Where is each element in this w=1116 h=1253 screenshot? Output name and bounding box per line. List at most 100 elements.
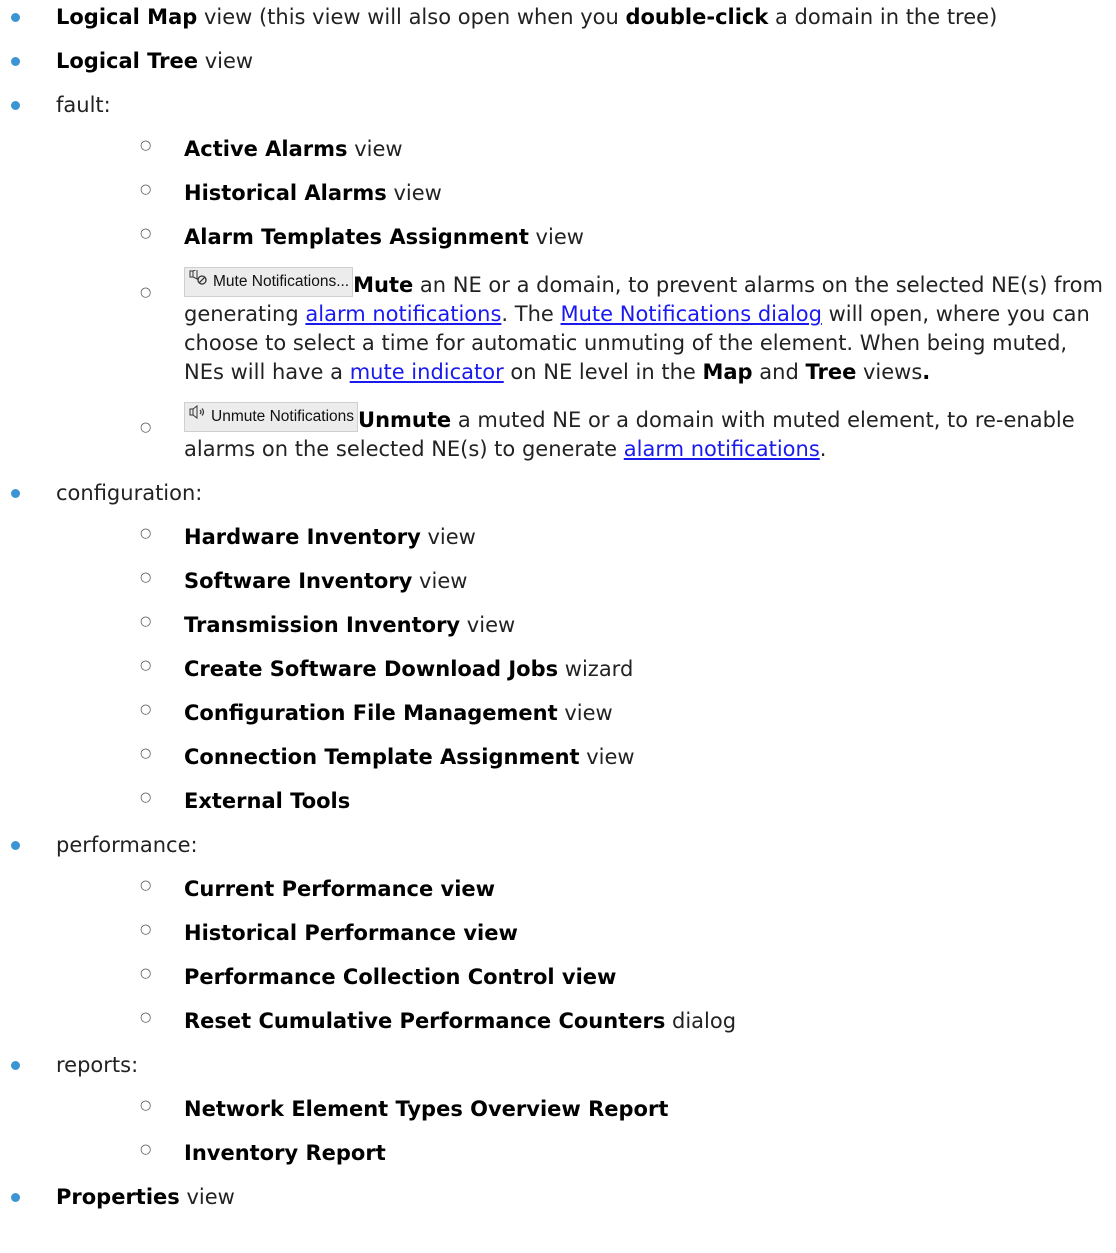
item-bold: Network Element Types Overview Report bbox=[184, 1097, 669, 1121]
item-bold: Current Performance view bbox=[184, 877, 496, 901]
item-plain: dialog bbox=[665, 1009, 737, 1033]
list-item-ne-types-overview-report: ○ Network Element Types Overview Report bbox=[56, 1095, 1116, 1124]
item-plain: view (this view will also open when you bbox=[197, 5, 626, 29]
performance-sublist: ○ Current Performance view ○ Historical … bbox=[56, 875, 1116, 1036]
item-text: Logical Map view (this view will also op… bbox=[56, 3, 1116, 32]
item-bold: Software Inventory bbox=[184, 569, 413, 593]
mute-bold: Mute bbox=[353, 273, 414, 297]
item-bold: Performance Collection Control view bbox=[184, 965, 617, 989]
list-item-reports: reports: ○ Network Element Types Overvie… bbox=[0, 1051, 1116, 1168]
item-bold: Logical Map bbox=[56, 5, 198, 29]
fault-sublist: ○ Active Alarms view ○ Historical Alarms… bbox=[56, 135, 1116, 464]
item-text: Logical Tree view bbox=[56, 47, 1116, 76]
item-bold: Historical Performance view bbox=[184, 921, 518, 945]
list-item-mute-notifications: ○ Mute Notifications... Mute an NE or a d… bbox=[56, 267, 1116, 387]
mute-indicator-link[interactable]: mute indicator bbox=[350, 360, 504, 384]
mute-notifications-dialog-link[interactable]: Mute Notifications dialog bbox=[560, 302, 821, 326]
bullet-icon bbox=[11, 101, 20, 110]
sub-bullet-icon: ○ bbox=[140, 420, 152, 435]
item-plain: view bbox=[386, 181, 442, 205]
item-bold: Historical Alarms bbox=[184, 181, 387, 205]
list-item-logical-tree: Logical Tree view bbox=[0, 47, 1116, 76]
list-item-alarm-templates: ○ Alarm Templates Assignment view bbox=[56, 223, 1116, 252]
menu-description-list: Logical Map view (this view will also op… bbox=[0, 3, 1116, 1227]
unmute-button-label: Unmute Notifications bbox=[211, 408, 355, 425]
list-item-current-performance: ○ Current Performance view bbox=[56, 875, 1116, 904]
list-item-fault: fault: ○ Active Alarms view ○ Historical… bbox=[0, 91, 1116, 464]
item-text: Properties view bbox=[56, 1183, 1116, 1212]
sub-bullet-icon: ○ bbox=[140, 966, 152, 981]
sub-bullet-icon: ○ bbox=[140, 1142, 152, 1157]
item-plain: view bbox=[347, 137, 403, 161]
bullet-icon bbox=[11, 841, 20, 850]
sub-bullet-icon: ○ bbox=[140, 746, 152, 761]
mute-notifications-button[interactable]: Mute Notifications... bbox=[184, 267, 354, 297]
list-item-hardware-inventory: ○ Hardware Inventory view bbox=[56, 523, 1116, 552]
sub-bullet-icon: ○ bbox=[140, 1098, 152, 1113]
item-bold: External Tools bbox=[184, 789, 351, 813]
item-plain: wizard bbox=[558, 657, 634, 681]
sub-bullet-icon: ○ bbox=[140, 526, 152, 541]
unmute-notifications-button[interactable]: Unmute Notifications bbox=[184, 402, 359, 432]
mute-text-4: on NE level in the bbox=[503, 360, 703, 384]
item-bold: Alarm Templates Assignment bbox=[184, 225, 529, 249]
item-bold: Active Alarms bbox=[184, 137, 348, 161]
item-bold: Transmission Inventory bbox=[184, 613, 461, 637]
map-bold: Map bbox=[702, 360, 753, 384]
mute-button-label: Mute Notifications... bbox=[213, 273, 350, 290]
tree-bold: Tree bbox=[805, 360, 857, 384]
list-item-connection-template-assignment: ○ Connection Template Assignment view bbox=[56, 743, 1116, 772]
item-bold-2: double-click bbox=[625, 5, 769, 29]
list-item-historical-performance: ○ Historical Performance view bbox=[56, 919, 1116, 948]
item-bold: Inventory Report bbox=[184, 1141, 386, 1165]
list-item-performance: performance: ○ Current Performance view … bbox=[0, 831, 1116, 1036]
item-plain: view bbox=[528, 225, 584, 249]
list-item-inventory-report: ○ Inventory Report bbox=[56, 1139, 1116, 1168]
item-plain: view bbox=[557, 701, 613, 725]
list-item-reset-cumulative-counters: ○ Reset Cumulative Performance Counters … bbox=[56, 1007, 1116, 1036]
reports-sublist: ○ Network Element Types Overview Report … bbox=[56, 1095, 1116, 1168]
bullet-icon bbox=[11, 13, 20, 22]
sub-bullet-icon: ○ bbox=[140, 658, 152, 673]
sub-bullet-icon: ○ bbox=[140, 570, 152, 585]
sub-bullet-icon: ○ bbox=[140, 878, 152, 893]
item-plain: view bbox=[579, 745, 635, 769]
list-item-software-download-jobs: ○ Create Software Download Jobs wizard bbox=[56, 655, 1116, 684]
item-bold: Hardware Inventory bbox=[184, 525, 421, 549]
mute-text-5: and bbox=[752, 360, 806, 384]
section-label-performance: performance: bbox=[56, 833, 198, 857]
configuration-sublist: ○ Hardware Inventory view ○ Software Inv… bbox=[56, 523, 1116, 816]
list-item-configuration: configuration: ○ Hardware Inventory view… bbox=[0, 479, 1116, 816]
sub-bullet-icon: ○ bbox=[140, 226, 152, 241]
bullet-icon bbox=[11, 1193, 20, 1202]
speaker-mute-icon bbox=[189, 267, 208, 294]
section-label-configuration: configuration: bbox=[56, 481, 203, 505]
mute-text-6: views bbox=[856, 360, 923, 384]
list-item-active-alarms: ○ Active Alarms view bbox=[56, 135, 1116, 164]
item-plain-2: a domain in the tree) bbox=[768, 5, 998, 29]
bullet-icon bbox=[11, 489, 20, 498]
list-item-transmission-inventory: ○ Transmission Inventory view bbox=[56, 611, 1116, 640]
mute-text-2: . The bbox=[501, 302, 561, 326]
section-label-reports: reports: bbox=[56, 1053, 139, 1077]
mute-period: . bbox=[922, 360, 931, 384]
sub-bullet-icon: ○ bbox=[140, 790, 152, 805]
item-plain: view bbox=[460, 613, 516, 637]
list-item-configuration-file-management: ○ Configuration File Management view bbox=[56, 699, 1116, 728]
sub-bullet-icon: ○ bbox=[140, 614, 152, 629]
item-bold: Logical Tree bbox=[56, 49, 199, 73]
item-plain: view bbox=[420, 525, 476, 549]
alarm-notifications-link[interactable]: alarm notifications bbox=[624, 437, 820, 461]
sub-bullet-icon: ○ bbox=[140, 922, 152, 937]
item-bold: Create Software Download Jobs bbox=[184, 657, 559, 681]
item-bold: Reset Cumulative Performance Counters bbox=[184, 1009, 666, 1033]
sub-bullet-icon: ○ bbox=[140, 182, 152, 197]
item-plain: view bbox=[179, 1185, 235, 1209]
item-bold: Connection Template Assignment bbox=[184, 745, 580, 769]
list-item-unmute-notifications: ○ Unmute Notifications Unmute a muted NE … bbox=[56, 402, 1116, 464]
alarm-notifications-link[interactable]: alarm notifications bbox=[305, 302, 501, 326]
item-plain: view bbox=[412, 569, 468, 593]
sub-bullet-icon: ○ bbox=[140, 138, 152, 153]
item-bold: Properties bbox=[56, 1185, 180, 1209]
list-item-properties: Properties view bbox=[0, 1183, 1116, 1212]
